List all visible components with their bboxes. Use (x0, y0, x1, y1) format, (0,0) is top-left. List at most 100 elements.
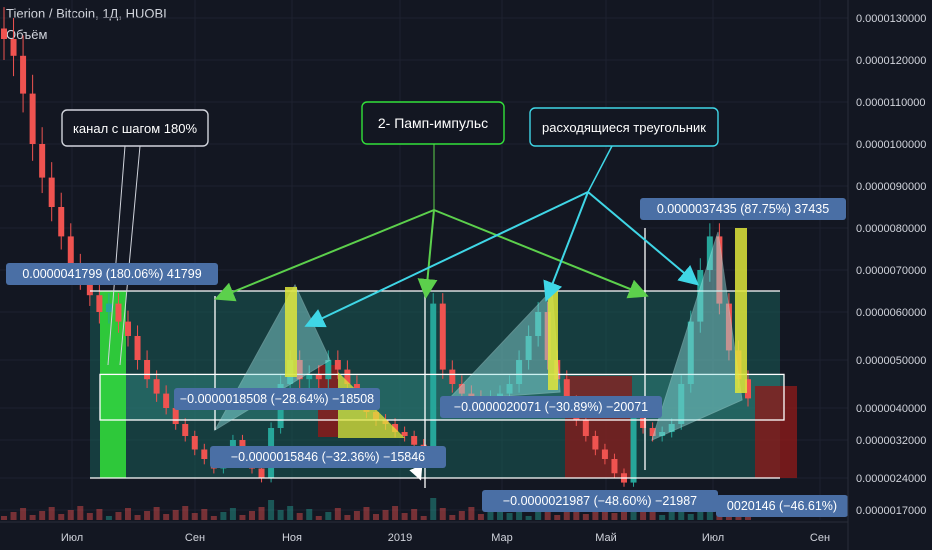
volume-bar (163, 514, 170, 520)
y-tick-label: 0.0000032000 (856, 435, 926, 447)
volume-bar (105, 516, 112, 520)
measure-label-text: −0.0000015846 (−32.36%) −15846 (231, 450, 425, 464)
measure-label-text: 0020146 (−46.61%) (727, 499, 837, 513)
candle-body (601, 449, 608, 459)
y-tick-label: 0.0000040000 (856, 403, 926, 415)
x-tick-label: Июл (702, 532, 724, 544)
candle-body (115, 303, 122, 322)
candle-body (411, 436, 418, 445)
volume-bar (39, 511, 46, 520)
drop-zone (755, 386, 797, 478)
candle-body (105, 303, 112, 312)
yellow-zone (548, 290, 558, 390)
candle-body (1, 28, 7, 39)
candle-body (401, 432, 408, 436)
yellow-zone (735, 228, 747, 393)
x-tick-label: 2019 (388, 532, 412, 544)
volume-bar (201, 509, 208, 520)
candle-body (582, 420, 589, 436)
volume-bar (29, 515, 36, 520)
volume-bar (334, 508, 341, 520)
candle-body (153, 379, 160, 394)
measure-label-text: −0.0000020071 (−30.89%) −20071 (454, 400, 648, 414)
volume-bar (363, 507, 370, 520)
x-tick-label: Май (595, 532, 617, 544)
volume-bar (125, 508, 131, 520)
volume-bar (77, 506, 84, 520)
candle-body (334, 360, 341, 370)
candle-body (201, 449, 208, 459)
pump-arrow (214, 209, 435, 302)
volume-bar (296, 513, 303, 520)
candle-body (58, 207, 65, 237)
volume-bar (220, 512, 227, 520)
measure-label-text: 0.0000041799 (180.06%) 41799 (22, 267, 201, 281)
volume-bar (96, 509, 103, 520)
volume-bar (687, 514, 694, 520)
volume-bar (392, 506, 399, 520)
x-tick-label: Мар (491, 532, 513, 544)
volume-bar (353, 511, 360, 520)
candle-body (430, 303, 437, 450)
volume-bar (258, 507, 265, 520)
measure-label-text: −0.0000018508 (−28.64%) −18508 (180, 392, 374, 406)
x-tick-label: Ноя (282, 532, 302, 544)
volume-bar (659, 515, 666, 520)
candle-body (191, 436, 198, 450)
volume-bar (411, 509, 418, 520)
y-tick-label: 0.0000110000 (856, 97, 926, 109)
candle-body (20, 55, 27, 94)
callout-channel-text: канал с шагом 180% (73, 121, 198, 136)
volume-bar (611, 513, 618, 520)
x-tick-label: Июл (61, 532, 83, 544)
volume-bar (229, 508, 236, 520)
y-tick-label: 0.0000130000 (856, 13, 926, 25)
candle-body (315, 374, 322, 380)
y-tick-label: 0.0000050000 (856, 355, 926, 367)
volume-bar (153, 507, 160, 520)
volume-bar (58, 514, 65, 520)
pump-arrow (433, 209, 649, 299)
volume-bar (249, 511, 255, 520)
y-tick-label: 0.0000017000 (856, 505, 926, 517)
volume-bar (468, 507, 475, 520)
price-axis: 0.0000130000 0.0000120000 0.0000110000 0.00… (847, 0, 926, 550)
volume-bar (315, 516, 322, 520)
volume-bar (144, 511, 151, 520)
measure-label-text: 0.0000037435 (87.75%) 37435 (657, 202, 829, 216)
y-tick-label: 0.0000090000 (856, 181, 926, 193)
pump-arrow (417, 209, 438, 299)
y-tick-label: 0.0000060000 (856, 307, 926, 319)
candle-body (258, 468, 265, 478)
volume-bar (20, 508, 27, 520)
volume-bar (401, 513, 408, 520)
candle-body (306, 374, 313, 380)
price-chart[interactable]: канал с шагом 180% 2- Памп-импульс расходя… (0, 0, 932, 550)
volume-bar (344, 515, 351, 520)
volume-bar (191, 513, 198, 520)
volume-bar (506, 513, 513, 520)
candle-body (125, 321, 131, 336)
volume-bar (563, 511, 570, 520)
candle-body (48, 177, 55, 207)
candle-body (172, 408, 179, 424)
volume-bar (10, 512, 17, 520)
candle-body (449, 369, 456, 384)
candle-body (592, 436, 599, 450)
candle-body (163, 393, 170, 408)
volume-bar (277, 510, 284, 520)
candle-body (29, 93, 36, 144)
volume-bar (430, 498, 437, 520)
callout-triangles-text: расходящиеся треугольник (542, 120, 706, 135)
x-tick-label: Сен (810, 532, 830, 544)
volume-bar (554, 515, 561, 520)
volume-bar (582, 514, 589, 520)
volume-bar (449, 515, 456, 520)
volume-bar (172, 510, 179, 520)
candle-body (144, 360, 151, 380)
y-tick-label: 0.0000120000 (856, 55, 926, 67)
volume-bar (287, 506, 294, 520)
volume-bar (210, 516, 217, 520)
drop-zone (565, 376, 632, 478)
y-tick-label: 0.0000070000 (856, 265, 926, 277)
